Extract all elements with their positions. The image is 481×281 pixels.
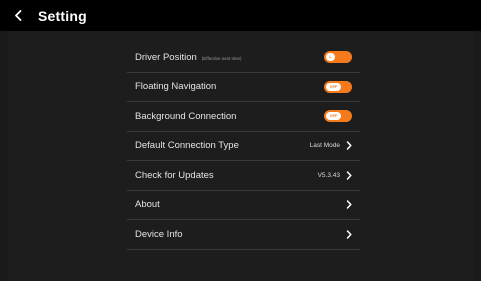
toggle-knob: OFF (326, 82, 341, 91)
setting-value: V5.3.43 (317, 171, 340, 179)
toggle-knob: L (326, 53, 335, 62)
chevron-right-icon (346, 141, 352, 150)
setting-driver-position[interactable]: Driver Position (Effective next time) L (127, 43, 360, 73)
setting-label: Driver Position (135, 51, 197, 63)
setting-check-for-updates[interactable]: Check for Updates V5.3.43 (127, 161, 360, 191)
header-bar: Setting (0, 0, 481, 31)
setting-background-connection[interactable]: Background Connection OFF (127, 102, 360, 132)
setting-label: Background Connection (135, 110, 237, 122)
settings-list: Driver Position (Effective next time) L … (127, 43, 360, 250)
setting-label: Floating Navigation (135, 81, 217, 93)
back-button[interactable] (0, 0, 36, 31)
floating-navigation-toggle[interactable]: OFF (324, 80, 352, 93)
page-title: Setting (38, 7, 87, 24)
chevron-right-icon (346, 230, 352, 239)
chevron-left-icon (14, 10, 22, 21)
toggle-knob: OFF (326, 112, 341, 121)
setting-floating-navigation[interactable]: Floating Navigation OFF (127, 73, 360, 102)
setting-device-info[interactable]: Device Info (127, 220, 360, 250)
setting-default-connection-type[interactable]: Default Connection Type Last Mode (127, 132, 360, 161)
setting-sublabel: (Effective next time) (201, 55, 242, 61)
chevron-right-icon (346, 171, 352, 180)
setting-about[interactable]: About (127, 191, 360, 220)
setting-label: About (135, 199, 160, 211)
driver-position-toggle[interactable]: L (324, 51, 352, 64)
background-connection-toggle[interactable]: OFF (324, 110, 352, 123)
setting-label: Check for Updates (135, 169, 214, 181)
setting-label: Default Connection Type (135, 140, 239, 152)
chevron-right-icon (346, 200, 352, 209)
setting-value: Last Mode (309, 142, 340, 150)
setting-label: Device Info (135, 228, 183, 240)
